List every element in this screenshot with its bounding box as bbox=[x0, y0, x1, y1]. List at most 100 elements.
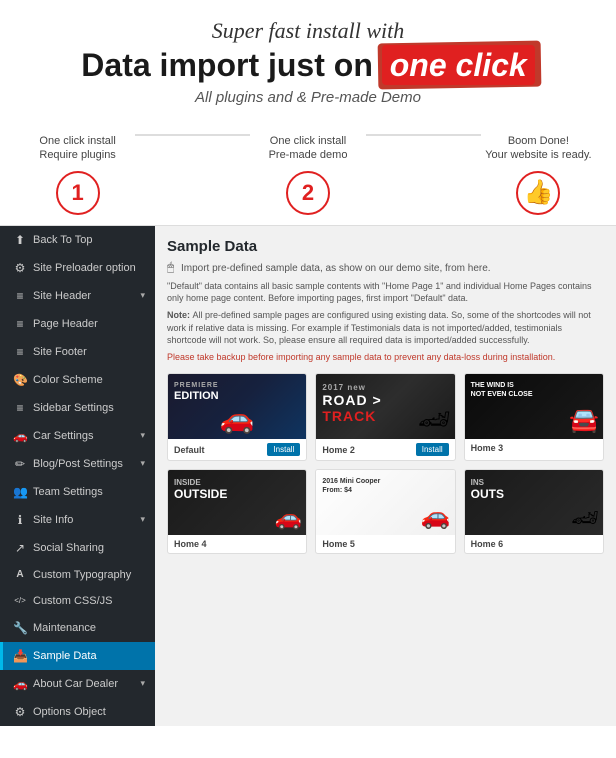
sidebar-label-options-object: Options Object bbox=[33, 706, 145, 718]
car-settings-icon: 🚗 bbox=[13, 429, 27, 443]
thumb-img-home5: 2016 Mini CooperFrom: $4 🚗 bbox=[316, 470, 454, 535]
sidebar-label-about-car-dealer: About Car Dealer bbox=[33, 678, 134, 690]
note-body: All pre-defined sample pages are configu… bbox=[167, 310, 591, 345]
sidebar-item-color-scheme[interactable]: 🎨 Color Scheme bbox=[0, 366, 155, 394]
outside-text: OUTSIDE bbox=[174, 487, 227, 501]
chevron-down-icon-blog: ▾ bbox=[140, 458, 145, 469]
thumb-img-home6: INS OUTS 🏎 bbox=[465, 470, 603, 535]
sidebar-label-custom-css: Custom CSS/JS bbox=[33, 595, 145, 607]
step-2-label: One click installPre-made demo bbox=[250, 134, 365, 163]
road-track-overlay: 2017 new ROAD > TRACK bbox=[322, 384, 381, 424]
step-2-circle: 2 bbox=[286, 171, 330, 215]
sidebar-item-social-sharing[interactable]: ↗ Social Sharing bbox=[0, 534, 155, 562]
main-title: Data import just on one click bbox=[20, 48, 596, 83]
install-button-default[interactable]: Install bbox=[267, 443, 300, 456]
team-settings-icon: 👥 bbox=[13, 485, 27, 499]
home6-overlay: INS OUTS bbox=[471, 478, 504, 501]
desc-detail: "Default" data contains all basic sample… bbox=[167, 281, 592, 304]
sidebar-item-back-to-top[interactable]: ⬆ Back To Top bbox=[0, 226, 155, 254]
step-1-number: 1 bbox=[71, 180, 83, 206]
thumb-label-home2: Home 2 Install bbox=[316, 439, 454, 460]
sidebar-label-sample-data: Sample Data bbox=[33, 650, 145, 662]
thumb-name-home6: Home 6 bbox=[471, 539, 504, 549]
note-label: Note: bbox=[167, 310, 193, 320]
thumb-label-home4: Home 4 bbox=[168, 535, 306, 553]
thumb-card-home4: INSIDE OUTSIDE 🚗 Home 4 bbox=[167, 469, 307, 554]
car-icon-home3: 🚘 bbox=[569, 406, 599, 435]
sidebar-item-sidebar-settings[interactable]: ≡ Sidebar Settings bbox=[0, 394, 155, 422]
sidebar-item-about-car-dealer[interactable]: 🚗 About Car Dealer ▾ bbox=[0, 670, 155, 698]
mini-cooper-text: 2016 Mini CooperFrom: $4 bbox=[322, 478, 380, 495]
super-fast-text: Super fast install with bbox=[20, 18, 596, 44]
thumb-name-home5: Home 5 bbox=[322, 539, 355, 549]
sidebar-label-page-header: Page Header bbox=[33, 318, 145, 330]
step-2-number: 2 bbox=[302, 180, 314, 206]
car-icon-home5: 🚗 bbox=[421, 502, 451, 531]
typography-icon: A bbox=[13, 569, 27, 580]
sidebar-item-site-info[interactable]: ℹ Site Info ▾ bbox=[0, 506, 155, 534]
about-car-dealer-icon: 🚗 bbox=[13, 677, 27, 691]
sidebar-item-custom-css[interactable]: </> Custom CSS/JS bbox=[0, 588, 155, 614]
install-button-home2[interactable]: Install bbox=[416, 443, 449, 456]
maintenance-icon: 🔧 bbox=[13, 621, 27, 635]
chevron-down-icon-car: ▾ bbox=[140, 430, 145, 441]
sidebar-item-sample-data[interactable]: 📥 Sample Data bbox=[0, 642, 155, 670]
sidebar-item-team-settings[interactable]: 👥 Team Settings bbox=[0, 478, 155, 506]
site-footer-icon: ≡ bbox=[13, 345, 27, 359]
sidebar-label-preloader: Site Preloader option bbox=[33, 262, 145, 274]
sidebar-label-color-scheme: Color Scheme bbox=[33, 374, 145, 386]
car-icon-home6: 🏎 bbox=[571, 505, 599, 531]
thumb-name-home4: Home 4 bbox=[174, 539, 207, 549]
track-text: TRACK bbox=[322, 409, 381, 424]
sidebar-label-back-to-top: Back To Top bbox=[33, 234, 145, 246]
sidebar-item-site-header[interactable]: ≡ Site Header ▾ bbox=[0, 282, 155, 310]
step-1-label: One click installRequire plugins bbox=[20, 134, 135, 163]
site-header-icon: ≡ bbox=[13, 289, 27, 303]
chevron-down-icon-info: ▾ bbox=[140, 514, 145, 525]
blog-settings-icon: ✏ bbox=[13, 457, 27, 471]
edition-text: EDITION bbox=[174, 390, 219, 402]
car-icon-default: 🚗 bbox=[220, 402, 255, 435]
inside-outside-overlay: INSIDE OUTSIDE bbox=[174, 478, 227, 501]
step-connector-1 bbox=[135, 134, 250, 156]
subtitle-text: All plugins and & Pre-made Demo bbox=[20, 89, 596, 106]
mini-cooper-overlay: 2016 Mini CooperFrom: $4 bbox=[322, 478, 380, 495]
sample-data-title: Sample Data bbox=[167, 238, 604, 255]
thumb-card-home6: INS OUTS 🏎 Home 6 bbox=[464, 469, 604, 554]
import-icon: 🖱 bbox=[167, 260, 174, 274]
main-content-area: Sample Data 🖱 Import pre-defined sample … bbox=[155, 226, 616, 726]
road-text: ROAD > bbox=[322, 393, 381, 408]
connector-line-2 bbox=[366, 134, 481, 136]
sidebar-item-blog-settings[interactable]: ✏ Blog/Post Settings ▾ bbox=[0, 450, 155, 478]
preloader-icon: ⚙ bbox=[13, 261, 27, 275]
note-text: Note: All pre-defined sample pages are c… bbox=[167, 309, 604, 347]
thumb-card-home3: THE WIND ISNOT EVEN CLOSE 🚘 Home 3 bbox=[464, 373, 604, 461]
page-header-icon: ≡ bbox=[13, 317, 27, 331]
sidebar-label-site-header: Site Header bbox=[33, 290, 134, 302]
sidebar-item-typography[interactable]: A Custom Typography bbox=[0, 562, 155, 588]
home6-outs-text: OUTS bbox=[471, 487, 504, 501]
default-desc: "Default" data contains all basic sample… bbox=[167, 280, 604, 305]
sidebar-item-options-object[interactable]: ⚙ Options Object bbox=[0, 698, 155, 726]
sidebar-item-page-header[interactable]: ≡ Page Header bbox=[0, 310, 155, 338]
site-info-icon: ℹ bbox=[13, 513, 27, 527]
thumb-img-home4: INSIDE OUTSIDE 🚗 bbox=[168, 470, 306, 535]
connector-line-1 bbox=[135, 134, 250, 136]
sidebar-settings-icon: ≡ bbox=[13, 401, 27, 415]
premiere-text: PREMIERE bbox=[174, 382, 219, 390]
thumb-card-home2: 2017 new ROAD > TRACK 🏎 Home 2 Install bbox=[315, 373, 455, 461]
sidebar-item-car-settings[interactable]: 🚗 Car Settings ▾ bbox=[0, 422, 155, 450]
sidebar-item-site-footer[interactable]: ≡ Site Footer bbox=[0, 338, 155, 366]
social-sharing-icon: ↗ bbox=[13, 541, 27, 555]
thumb-name-home3: Home 3 bbox=[471, 443, 504, 453]
step-3: Boom Done!Your website is ready. 👍 bbox=[481, 134, 596, 215]
sidebar-label-site-info: Site Info bbox=[33, 514, 134, 526]
sidebar-label-site-footer: Site Footer bbox=[33, 346, 145, 358]
sidebar-item-preloader[interactable]: ⚙ Site Preloader option bbox=[0, 254, 155, 282]
chevron-down-icon-about: ▾ bbox=[140, 678, 145, 689]
content-area: ⬆ Back To Top ⚙ Site Preloader option ≡ … bbox=[0, 225, 616, 726]
main-title-start: Data import just on bbox=[81, 47, 381, 83]
thumb-card-default: PREMIERE EDITION 🚗 Default Install bbox=[167, 373, 307, 461]
sidebar-item-maintenance[interactable]: 🔧 Maintenance bbox=[0, 614, 155, 642]
back-to-top-icon: ⬆ bbox=[13, 233, 27, 247]
